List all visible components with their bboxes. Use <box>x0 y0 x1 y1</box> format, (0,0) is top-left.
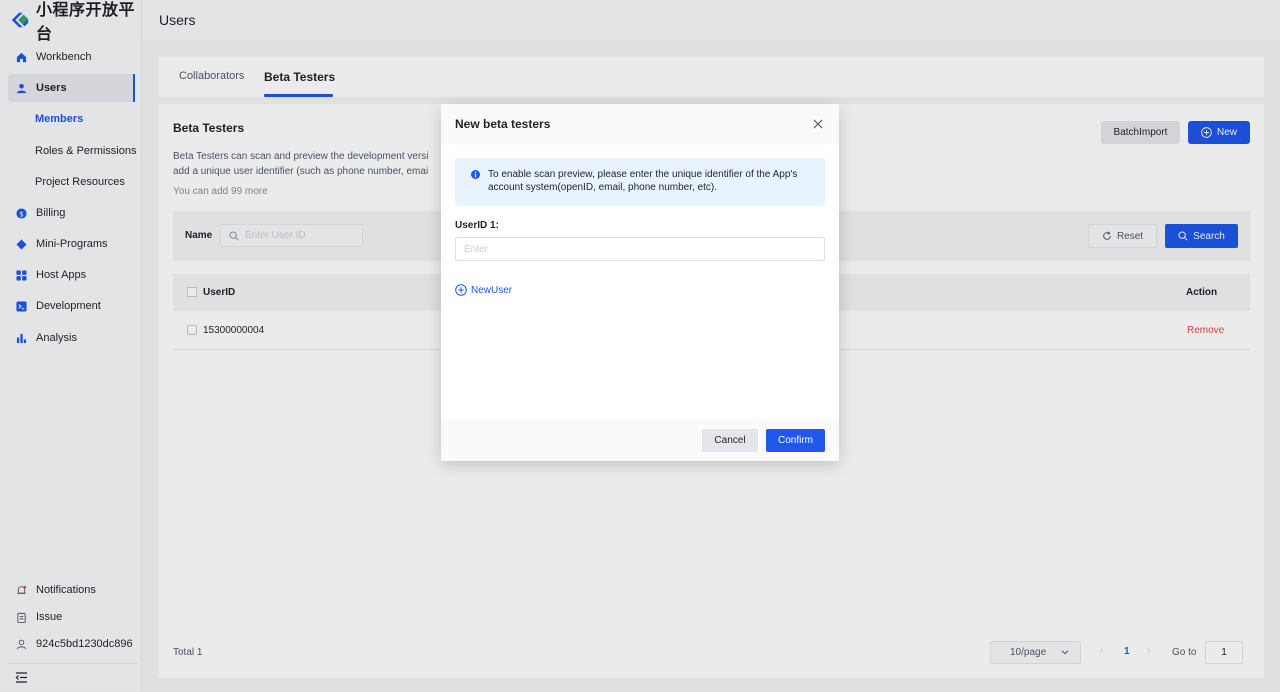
plus-circle-icon <box>455 284 467 296</box>
confirm-button[interactable]: Confirm <box>766 429 825 452</box>
new-beta-testers-dialog: New beta testers To enable scan preview,… <box>441 104 839 461</box>
dialog-footer: Cancel Confirm <box>441 420 839 461</box>
userid-field-label: UserID 1: <box>455 220 499 231</box>
info-icon <box>471 170 480 179</box>
close-icon[interactable] <box>811 117 825 131</box>
info-alert: To enable scan preview, please enter the… <box>455 158 825 206</box>
info-text: To enable scan preview, please enter the… <box>488 169 798 193</box>
dialog-title: New beta testers <box>455 117 551 131</box>
cancel-button[interactable]: Cancel <box>702 429 758 452</box>
add-user-label: NewUser <box>471 284 513 296</box>
add-user-button[interactable]: NewUser <box>455 284 512 296</box>
dialog-header: New beta testers <box>441 104 839 144</box>
userid-input[interactable] <box>455 237 825 261</box>
